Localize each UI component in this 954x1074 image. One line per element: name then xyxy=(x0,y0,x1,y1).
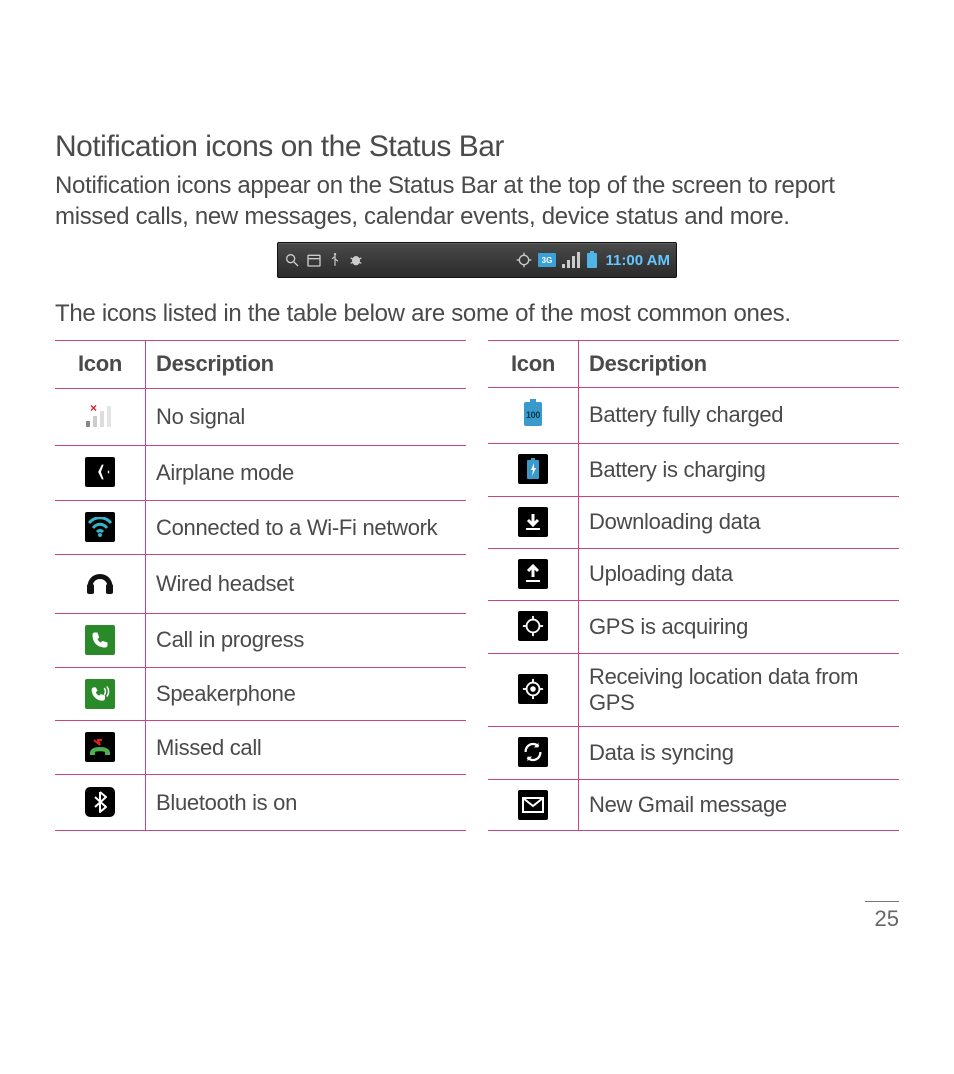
headset-icon xyxy=(85,566,115,596)
page-number: 25 xyxy=(865,901,899,932)
icon-description: Receiving location data from GPS xyxy=(579,653,900,726)
page-footer: 25 xyxy=(55,901,899,932)
wifi-icon xyxy=(85,512,115,542)
icon-description: Bluetooth is on xyxy=(146,775,467,830)
battery-full-icon: 100 xyxy=(518,398,548,428)
table-row: New Gmail message xyxy=(488,779,899,830)
statusbar-figure: 3G 11:00 AM xyxy=(55,242,899,278)
table-row: Wired headset xyxy=(55,555,466,613)
icon-tables: Icon Description × No signal Airplane mo… xyxy=(55,340,899,831)
icon-description: Downloading data xyxy=(579,496,900,548)
table-row: GPS is acquiring xyxy=(488,600,899,653)
bluetooth-icon xyxy=(85,787,115,817)
col-description-header: Description xyxy=(146,340,467,389)
gmail-icon xyxy=(518,790,548,820)
debug-icon xyxy=(348,252,364,268)
icon-description: Battery fully charged xyxy=(579,387,900,443)
table-intro: The icons listed in the table below are … xyxy=(55,298,899,329)
col-icon-header: Icon xyxy=(488,340,579,387)
3g-icon: 3G xyxy=(538,253,556,267)
svg-text:3G: 3G xyxy=(541,256,552,265)
col-icon-header: Icon xyxy=(55,340,146,389)
table-row: Data is syncing xyxy=(488,726,899,779)
icon-description: Connected to a Wi-Fi network xyxy=(146,501,467,555)
icon-description: Uploading data xyxy=(579,548,900,600)
table-row: Downloading data xyxy=(488,496,899,548)
gps-lock-icon xyxy=(518,674,548,704)
section-intro: Notification icons appear on the Status … xyxy=(55,170,899,232)
svg-text:100: 100 xyxy=(526,410,540,420)
table-row: × No signal xyxy=(55,389,466,446)
table-row: Receiving location data from GPS xyxy=(488,653,899,726)
icon-description: New Gmail message xyxy=(579,779,900,830)
icon-description: No signal xyxy=(146,389,467,446)
section-title: Notification icons on the Status Bar xyxy=(55,130,899,164)
download-icon xyxy=(518,507,548,537)
table-row: Speakerphone xyxy=(55,667,466,721)
battery-icon xyxy=(586,251,598,269)
table-row: 100 Battery fully charged xyxy=(488,387,899,443)
usb-icon xyxy=(328,252,342,268)
icon-description: Call in progress xyxy=(146,613,467,667)
table-header-row: Icon Description xyxy=(488,340,899,387)
table-row: Bluetooth is on xyxy=(55,775,466,830)
icon-description: Speakerphone xyxy=(146,667,467,721)
sync-icon xyxy=(518,737,548,767)
call-icon xyxy=(85,625,115,655)
statusbar-time: 11:00 AM xyxy=(606,252,670,269)
signal-bars-icon xyxy=(562,252,580,268)
icon-description: Missed call xyxy=(146,721,467,775)
statusbar: 3G 11:00 AM xyxy=(277,242,677,278)
gps-acquiring-icon xyxy=(518,611,548,641)
icon-description: Battery is charging xyxy=(579,443,900,496)
table-row: Battery is charging xyxy=(488,443,899,496)
airplane-icon xyxy=(85,457,115,487)
table-row: Uploading data xyxy=(488,548,899,600)
battery-charging-icon xyxy=(518,454,548,484)
gps-icon xyxy=(516,252,532,268)
icon-description: Data is syncing xyxy=(579,726,900,779)
manual-page: Notification icons on the Status Bar Not… xyxy=(0,0,954,972)
table-row: Call in progress xyxy=(55,613,466,667)
table-row: Airplane mode xyxy=(55,446,466,501)
speakerphone-icon xyxy=(85,679,115,709)
svg-text:×: × xyxy=(90,402,97,415)
search-icon xyxy=(284,252,300,268)
missed-call-icon xyxy=(85,732,115,762)
icon-description: Wired headset xyxy=(146,555,467,613)
table-header-row: Icon Description xyxy=(55,340,466,389)
no-signal-icon: × xyxy=(85,400,115,430)
icon-table-right: Icon Description 100 Battery fully charg… xyxy=(488,340,899,831)
icon-description: Airplane mode xyxy=(146,446,467,501)
calendar-icon xyxy=(306,252,322,268)
col-description-header: Description xyxy=(579,340,900,387)
table-row: Connected to a Wi-Fi network xyxy=(55,501,466,555)
upload-icon xyxy=(518,559,548,589)
icon-description: GPS is acquiring xyxy=(579,600,900,653)
table-row: Missed call xyxy=(55,721,466,775)
icon-table-left: Icon Description × No signal Airplane mo… xyxy=(55,340,466,831)
